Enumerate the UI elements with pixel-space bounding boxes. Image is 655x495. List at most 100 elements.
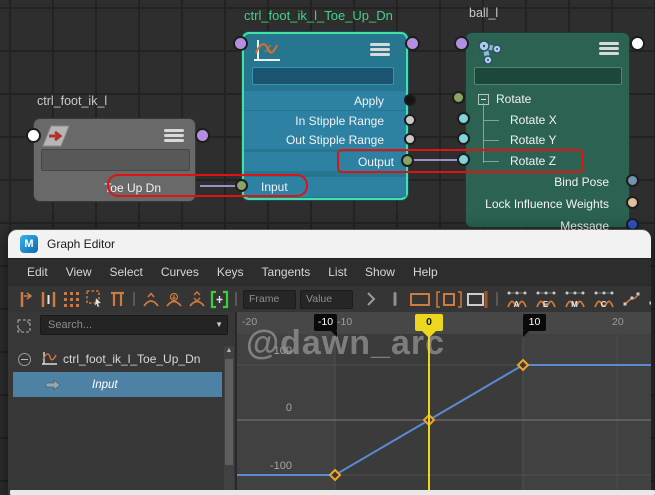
attr-row-apply[interactable]: Apply bbox=[244, 91, 406, 110]
menu-list[interactable]: List bbox=[319, 265, 356, 279]
port-anim-message-right[interactable] bbox=[405, 36, 420, 51]
port-ctrl-message-purple[interactable] bbox=[195, 128, 210, 143]
tree-guide-line bbox=[483, 140, 499, 141]
attr-row-in-stipple[interactable]: In Stipple Range bbox=[244, 111, 406, 130]
retime-tool-icon[interactable] bbox=[107, 289, 128, 310]
insert-keys-tool-icon[interactable] bbox=[38, 289, 59, 310]
menu-view[interactable]: View bbox=[57, 265, 101, 279]
menu-help[interactable]: Help bbox=[404, 265, 447, 279]
scrollbar-thumb[interactable] bbox=[225, 359, 233, 465]
joint-node-icon bbox=[478, 40, 502, 65]
tangent-m-icon[interactable]: M bbox=[561, 289, 588, 310]
port-anim-message-left[interactable] bbox=[233, 36, 248, 51]
lattice-deform-keys-icon[interactable] bbox=[61, 289, 82, 310]
tangent-letter: M bbox=[571, 299, 578, 309]
bookmark-tag-neg10[interactable]: -10 bbox=[314, 314, 337, 337]
tool-bar: Frame Value A E M C bbox=[8, 285, 651, 312]
toolbar-separator bbox=[235, 292, 237, 306]
frame-field[interactable]: Frame bbox=[243, 289, 296, 309]
menu-tangents[interactable]: Tangents bbox=[253, 265, 320, 279]
node-name-field[interactable] bbox=[41, 149, 190, 171]
menu-select[interactable]: Select bbox=[100, 265, 151, 279]
tangent-a-icon[interactable]: A bbox=[503, 289, 530, 310]
attr-label-bind-pose: Bind Pose bbox=[554, 175, 609, 189]
port-ctrl-input-white[interactable] bbox=[26, 128, 41, 143]
value-label-0: 0 bbox=[285, 402, 292, 414]
port-rotate-x[interactable] bbox=[457, 112, 470, 125]
clamped-tangent-icon[interactable] bbox=[163, 289, 184, 310]
menu-edit[interactable]: Edit bbox=[18, 265, 57, 279]
split-region-icon[interactable] bbox=[465, 289, 491, 310]
search-dropdown-caret-icon[interactable]: ▼ bbox=[215, 320, 223, 329]
port-ball-message-left[interactable] bbox=[454, 36, 469, 51]
collapse-panel-bar-icon[interactable] bbox=[384, 289, 405, 310]
port-ball-white-right[interactable] bbox=[630, 36, 645, 51]
port-lock-influence-weights[interactable] bbox=[626, 196, 639, 209]
attr-row-rotate[interactable]: Rotate bbox=[466, 89, 629, 109]
scrollbar-up-arrow-icon[interactable]: ▲ bbox=[224, 347, 234, 354]
port-rotate[interactable] bbox=[452, 91, 465, 104]
attr-row-lock-influence-weights[interactable]: Lock Influence Weights bbox=[466, 194, 629, 214]
expand-panel-arrow-icon[interactable] bbox=[361, 289, 382, 310]
spline-tangent-icon[interactable] bbox=[140, 289, 161, 310]
node-title-ctrl-foot-ik-l: ctrl_foot_ik_l bbox=[37, 94, 108, 108]
bracket-region-icon[interactable] bbox=[435, 289, 463, 310]
node-menu-icon[interactable] bbox=[599, 42, 619, 55]
window-titlebar[interactable]: M Graph Editor bbox=[8, 230, 651, 258]
isolate-select-icon[interactable] bbox=[15, 317, 33, 335]
auto-tangent-icon[interactable] bbox=[186, 289, 207, 310]
anim-curve-node-icon bbox=[254, 40, 280, 61]
bookmark-tag-10[interactable]: 10 bbox=[523, 314, 546, 337]
unify-tangents-icon[interactable] bbox=[645, 289, 651, 310]
current-time-marker[interactable]: 0 bbox=[415, 314, 443, 338]
tangent-c-icon[interactable]: C bbox=[590, 289, 617, 310]
value-field[interactable]: Value bbox=[300, 289, 353, 309]
move-keys-tool-icon[interactable] bbox=[15, 289, 36, 310]
menu-show[interactable]: Show bbox=[356, 265, 404, 279]
frame-selection-bracket-icon[interactable] bbox=[209, 289, 230, 310]
node-menu-icon[interactable] bbox=[164, 129, 184, 142]
region-select-tool-icon[interactable] bbox=[84, 289, 105, 310]
menu-keys[interactable]: Keys bbox=[208, 265, 253, 279]
attr-row-bind-pose[interactable]: Bind Pose bbox=[466, 172, 629, 192]
node-name-field[interactable] bbox=[252, 67, 394, 85]
node-name-field[interactable] bbox=[474, 67, 622, 85]
tangent-letter: A bbox=[513, 299, 520, 309]
search-input[interactable] bbox=[40, 315, 228, 335]
attr-label-in-stipple: In Stipple Range bbox=[295, 113, 384, 128]
outliner-scrollbar[interactable]: ▲ bbox=[224, 346, 234, 491]
port-rotate-y[interactable] bbox=[457, 132, 470, 145]
port-out-stipple[interactable] bbox=[404, 133, 416, 145]
channel-arrow-icon bbox=[45, 378, 61, 391]
select-region-icon[interactable] bbox=[407, 289, 433, 310]
anim-curve-icon bbox=[42, 352, 57, 365]
break-tangents-icon[interactable] bbox=[619, 289, 643, 310]
attr-label-rotate-x: Rotate X bbox=[510, 113, 557, 127]
node-title-anim-curve: ctrl_foot_ik_l_Toe_Up_Dn bbox=[244, 8, 393, 23]
playhead-line[interactable] bbox=[428, 334, 430, 490]
tangent-letter: C bbox=[600, 299, 607, 309]
tangent-e-icon[interactable]: E bbox=[532, 289, 559, 310]
outliner-row-input-channel[interactable]: Input bbox=[13, 372, 222, 397]
outliner-row-curve-node[interactable]: ctrl_foot_ik_l_Toe_Up_Dn bbox=[8, 346, 221, 372]
attr-row-out-stipple[interactable]: Out Stipple Range bbox=[244, 130, 406, 149]
tangent-letter: E bbox=[542, 299, 549, 309]
node-ball-l[interactable]: Rotate Rotate X Rotate Y Rotate Z Bind P… bbox=[465, 32, 630, 233]
graph-editor-window[interactable]: M Graph Editor Edit View Select Curves K… bbox=[8, 230, 651, 495]
highlight-box-output-rotatez bbox=[337, 149, 584, 173]
outliner-channel-label: Input bbox=[92, 378, 118, 391]
tree-guide-line bbox=[483, 120, 499, 121]
attr-label-lock-influence-weights: Lock Influence Weights bbox=[485, 197, 609, 211]
collapse-circle-icon[interactable] bbox=[18, 352, 31, 366]
taskbar-edge bbox=[10, 490, 655, 495]
attr-label-rotate-y: Rotate Y bbox=[510, 133, 557, 147]
toolbar-separator bbox=[496, 292, 498, 306]
attr-label-apply: Apply bbox=[353, 93, 384, 108]
menu-curves[interactable]: Curves bbox=[152, 265, 208, 279]
port-apply[interactable] bbox=[404, 94, 416, 106]
port-bind-pose[interactable] bbox=[626, 174, 639, 187]
port-in-stipple[interactable] bbox=[404, 114, 416, 126]
maya-logo-icon: M bbox=[20, 235, 38, 253]
node-menu-icon[interactable] bbox=[370, 43, 390, 56]
key-10 bbox=[516, 358, 530, 372]
